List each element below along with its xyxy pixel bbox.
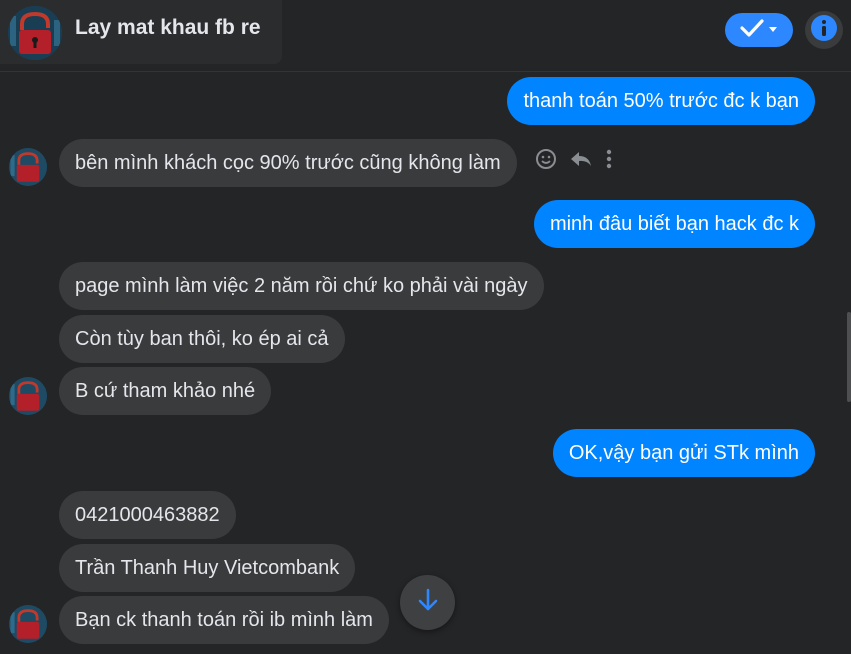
reply-icon[interactable] (569, 149, 593, 169)
message-actions (535, 148, 613, 170)
message-bubble-incoming[interactable]: 0421000463882 (59, 491, 236, 539)
sender-avatar[interactable] (9, 377, 47, 415)
more-vertical-icon[interactable] (605, 148, 613, 170)
conversation-title[interactable]: Lay mat khau fb re (75, 16, 261, 40)
info-icon (810, 14, 838, 47)
check-icon (740, 18, 764, 43)
conversation-avatar[interactable] (8, 6, 62, 60)
message-bubble-incoming[interactable]: B cứ tham khảo nhé (59, 367, 272, 415)
message-bubble-outgoing[interactable]: thanh toán 50% trước đc k bạn (507, 77, 815, 125)
message-bubble-outgoing[interactable]: minh đâu biết bạn hack đc k (533, 200, 815, 248)
sender-avatar[interactable] (9, 605, 47, 643)
scroll-to-bottom-button[interactable] (400, 575, 455, 630)
message-bubble-outgoing[interactable]: OK,vậy bạn gửi STk mình (552, 429, 815, 477)
conversation-info-button[interactable] (805, 11, 843, 49)
conversation-title-box[interactable]: Lay mat khau fb re (0, 0, 282, 64)
status-dropdown-button[interactable] (725, 13, 793, 47)
message-bubble-incoming[interactable]: page mình làm việc 2 năm rồi chứ ko phải… (59, 262, 544, 310)
message-bubble-incoming[interactable]: bên mình khách cọc 90% trước cũng không … (59, 139, 517, 187)
chat-header: Lay mat khau fb re (0, 0, 851, 72)
arrow-down-icon (416, 587, 440, 618)
message-bubble-incoming[interactable]: Trần Thanh Huy Vietcombank (59, 544, 356, 592)
message-bubble-incoming[interactable]: Bạn ck thanh toán rồi ib mình làm (59, 596, 389, 644)
smiley-icon[interactable] (535, 148, 557, 170)
sender-avatar[interactable] (9, 148, 47, 186)
scrollbar-thumb[interactable] (847, 312, 851, 402)
caret-down-icon (768, 21, 778, 39)
message-bubble-incoming[interactable]: Còn tùy ban thôi, ko ép ai cả (59, 315, 345, 363)
